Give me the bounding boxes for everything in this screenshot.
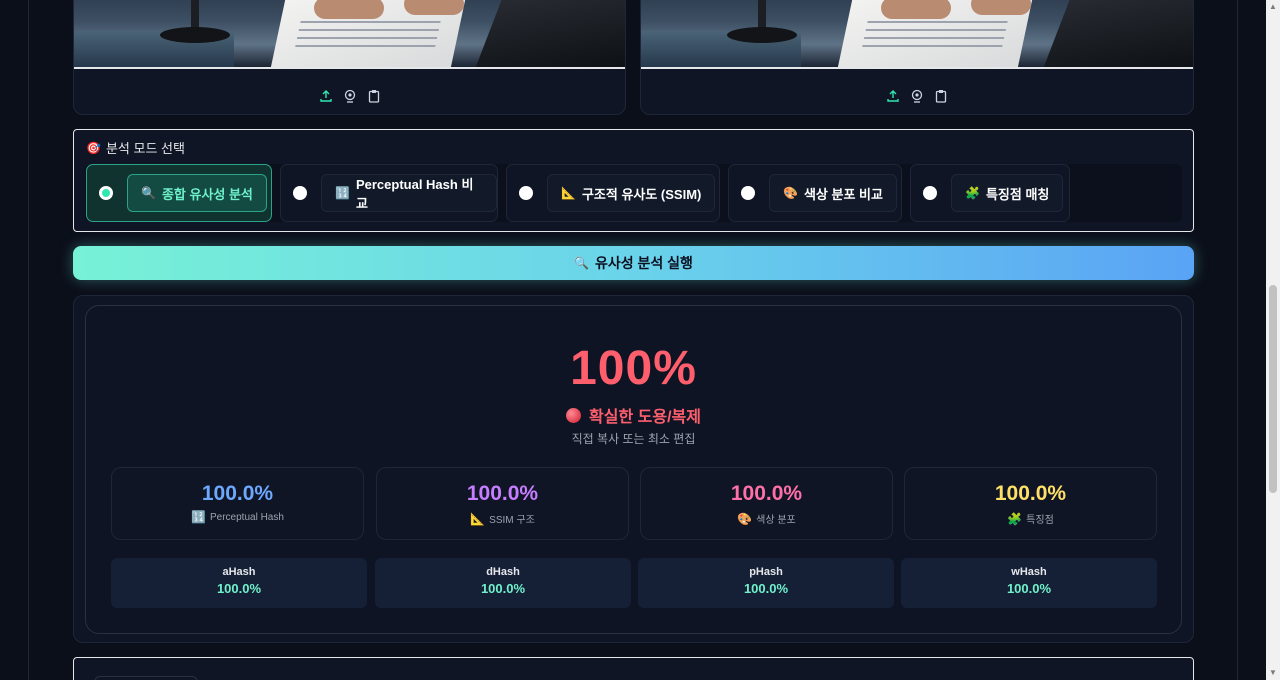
radio-unselected[interactable] [923,186,937,200]
triangle-ruler-icon: 📐 [561,186,576,200]
result-section: 100% 확실한 도용/복제 직접 복사 또는 최소 편집 100.0% 🔢 P… [73,295,1194,643]
numbers-icon: 🔢 [191,510,206,524]
page-gutter-right [1237,0,1238,680]
puzzle-icon: 🧩 [1007,511,1023,526]
metric-value: 100.0% [994,482,1067,505]
metric-label: 색상 분포 [756,515,796,526]
hash-name: wHash [1011,566,1047,578]
metric-value: 100.0% [466,482,539,505]
scroll-down-arrow-icon[interactable]: ▼ [1266,666,1280,680]
run-analysis-button[interactable]: 🔍 유사성 분석 실행 [73,246,1194,280]
verdict: 확실한 도용/복제 [86,403,1181,427]
mode-option-ssim[interactable]: 📐 구조적 유사도 (SSIM) [506,164,720,222]
metric-value: 100.0% [730,482,803,505]
puzzle-icon: 🧩 [965,186,980,200]
hash-value: 100.0% [1006,581,1052,596]
verdict-description: 직접 복사 또는 최소 편집 [571,432,696,446]
clipboard-icon[interactable] [367,89,381,103]
next-section-panel [73,657,1194,680]
page-gutter-left [28,0,29,680]
original-image [74,0,625,69]
run-analysis-label: 유사성 분석 실행 [595,255,693,271]
metric-label: Perceptual Hash [210,511,284,523]
magnifier-icon: 🔍 [574,256,589,270]
webcam-icon[interactable] [343,89,357,103]
palette-icon: 🎨 [783,186,798,200]
mode-option-label: 색상 분포 비교 [803,186,883,202]
radio-unselected[interactable] [519,186,533,200]
metric-value: 100.0% [201,482,274,505]
hash-card-whash: wHash 100.0% [901,558,1157,608]
mode-option-phash[interactable]: 🔢 Perceptual Hash 비교 [280,164,498,222]
upload-icon[interactable] [319,89,333,103]
hash-card-ahash: aHash 100.0% [111,558,367,608]
metric-label: 특징점 [1026,515,1054,526]
analysis-mode-selector: 🎯 분석 모드 선택 🔍 종합 유사성 분석 🔢 Perceptual Hash… [73,129,1194,232]
metric-card-phash: 100.0% 🔢 Perceptual Hash [111,467,364,540]
result-card: 100% 확실한 도용/복제 직접 복사 또는 최소 편집 100.0% 🔢 P… [85,305,1182,634]
metric-card-color: 100.0% 🎨 색상 분포 [640,467,893,540]
target-icon: 🎯 [86,140,101,155]
mode-option-features[interactable]: 🧩 특징점 매칭 [910,164,1070,222]
original-image-panel [73,0,626,115]
mode-selector-label: 분석 모드 선택 [105,141,185,156]
hash-card-phash: pHash 100.0% [638,558,894,608]
triangle-ruler-icon: 📐 [470,511,486,526]
hash-name: aHash [222,566,256,578]
radio-unselected[interactable] [741,186,755,200]
mode-option-color[interactable]: 🎨 색상 분포 비교 [728,164,902,222]
compare-image [641,0,1193,69]
numbers-icon: 🔢 [335,186,350,200]
compare-image-panel [640,0,1194,115]
clipboard-icon[interactable] [934,89,948,103]
hash-value: 100.0% [743,581,789,596]
upload-icon[interactable] [886,89,900,103]
hash-name: dHash [486,566,520,578]
magnifier-icon: 🔍 [141,186,156,200]
mode-option-label: 구조적 유사도 (SSIM) [581,186,702,202]
scrollbar-thumb[interactable] [1269,285,1277,493]
scroll-up-arrow-icon[interactable]: ▲ [1266,0,1280,14]
red-circle-icon [566,407,582,423]
mode-option-comprehensive[interactable]: 🔍 종합 유사성 분석 [86,164,272,222]
mode-options: 🔍 종합 유사성 분석 🔢 Perceptual Hash 비교 📐 구조적 유… [85,164,1182,222]
radio-unselected[interactable] [293,186,307,200]
hash-value: 100.0% [480,581,526,596]
radio-selected[interactable] [99,186,113,200]
hash-value: 100.0% [216,581,262,596]
webcam-icon[interactable] [910,89,924,103]
image-toolbar [74,78,625,114]
image-toolbar [641,78,1193,114]
mode-option-label: 특징점 매칭 [985,186,1050,202]
metric-card-features: 100.0% 🧩 특징점 [904,467,1157,540]
hash-card-dhash: dHash 100.0% [375,558,631,608]
palette-icon: 🎨 [737,511,753,526]
mode-option-label: 종합 유사성 분석 [161,186,253,202]
mode-option-label: Perceptual Hash 비교 [355,177,474,211]
metric-card-ssim: 100.0% 📐 SSIM 구조 [376,467,629,540]
mode-selector-title: 🎯 분석 모드 선택 [86,138,185,157]
overall-similarity-score: 100% [570,342,697,395]
page-scrollbar[interactable]: ▲ ▼ [1266,0,1280,680]
hash-name: pHash [749,566,783,578]
verdict-label: 확실한 도용/복제 [589,409,701,426]
metric-label: SSIM 구조 [489,515,535,526]
